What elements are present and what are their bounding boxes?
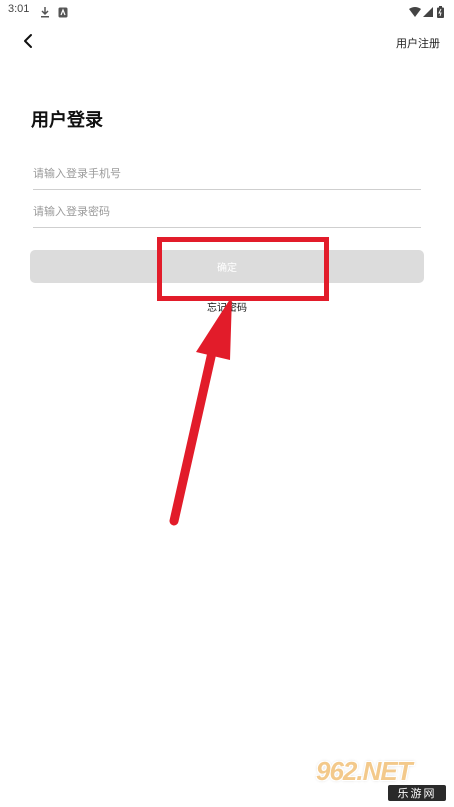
wifi-icon: [409, 3, 421, 22]
confirm-button[interactable]: 确定: [30, 250, 424, 283]
page-title: 用户登录: [31, 110, 103, 131]
watermark-site-label: 乐游网: [388, 785, 446, 801]
forgot-password-link[interactable]: 忘记密码: [0, 299, 454, 314]
site-watermark: 962.NET 乐游网: [316, 757, 448, 803]
status-bar: 3:01: [0, 0, 454, 20]
back-button[interactable]: [14, 30, 42, 56]
status-time: 3:01: [8, 3, 30, 15]
register-link[interactable]: 用户注册: [396, 35, 440, 51]
arrow-shaft: [169, 343, 218, 526]
battery-icon: [437, 3, 444, 22]
phone-input[interactable]: [33, 161, 421, 190]
watermark-logo: 962.NET: [316, 756, 413, 786]
password-input[interactable]: [33, 199, 421, 228]
app-notification-icon: [58, 3, 68, 22]
chevron-left-icon: [22, 33, 34, 53]
download-icon: [40, 3, 50, 22]
signal-icon: [423, 3, 433, 22]
